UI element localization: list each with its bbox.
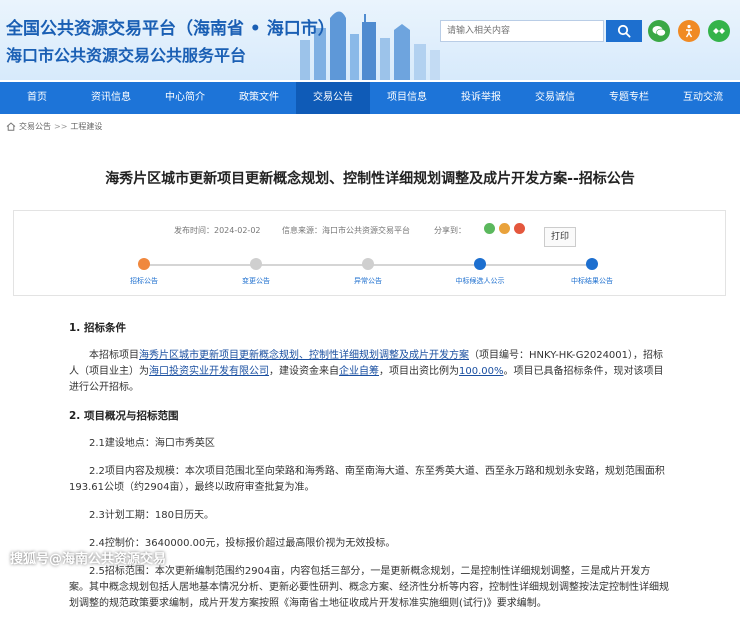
breadcrumb-item[interactable]: 交易公告 (19, 121, 51, 132)
info-source-label: 信息来源： (282, 226, 322, 235)
breadcrumb-item[interactable]: 工程建设 (70, 121, 102, 132)
publish-time-label: 发布时间： (174, 226, 214, 235)
publish-date: 2024-02-02 (214, 226, 261, 235)
paragraph: 2.3计划工期：180日历天。 (89, 510, 214, 521)
step-label: 异常公告 (354, 277, 382, 285)
page-title: 海秀片区城市更新项目更新概念规划、控制性详细规划调整及成片开发方案--招标公告 (105, 171, 635, 187)
info-source: 信息来源：海口市公共资源交易平台 (282, 225, 410, 236)
info-source-value: 海口市公共资源交易平台 (322, 226, 410, 235)
nav-item-credit[interactable]: 交易诚信 (518, 82, 592, 114)
paragraph: 本招标项目海秀片区城市更新项目更新概念规划、控制性详细规划调整及成片开发方案（项… (69, 348, 669, 396)
share-qzone-icon[interactable] (499, 223, 510, 234)
progress-step[interactable]: 中标候选人公示 (440, 257, 520, 286)
site-title-primary: 全国公共资源交易平台（海南省 • 海口市） (6, 19, 335, 39)
project-name-link[interactable]: 海秀片区城市更新项目更新概念规划、控制性详细规划调整及成片开发方案 (139, 350, 469, 361)
wechat-icon[interactable] (648, 20, 670, 42)
breadcrumb: 交易公告 >> 工程建设 (6, 118, 102, 134)
print-button[interactable]: 打印 (544, 227, 576, 247)
text-segment: ，项目出资比例为 (379, 366, 459, 377)
article-meta: 发布时间：2024-02-02 信息来源：海口市公共资源交易平台 分享到： 打印 (14, 221, 725, 247)
accessibility-icon[interactable] (678, 20, 700, 42)
nav-item-about[interactable]: 中心简介 (148, 82, 222, 114)
nav-item-projects[interactable]: 项目信息 (370, 82, 444, 114)
text-segment: ，建设资金来自 (269, 366, 339, 377)
fund-source-link[interactable]: 企业自筹 (339, 366, 379, 377)
step-label: 变更公告 (242, 277, 270, 285)
search-box (440, 20, 642, 42)
funding-ratio-link[interactable]: 100.00% (459, 366, 504, 377)
step-dot (586, 258, 598, 270)
step-label: 中标候选人公示 (455, 277, 505, 285)
section-heading: 2. 项目概况与招标范围 (69, 410, 179, 422)
city-skyline-illustration (300, 11, 440, 80)
owner-link[interactable]: 海口投资实业开发有限公司 (149, 366, 269, 377)
progress-step[interactable]: 招标公告 (104, 257, 184, 286)
share-weibo-icon[interactable] (514, 223, 525, 234)
site-title-secondary: 海口市公共资源交易公共服务平台 (6, 46, 247, 65)
sohu-watermark: 搜狐号@海南公共资源交易 (10, 552, 167, 567)
process-progress: 招标公告 变更公告 异常公告 中标候选人公示 中标结果公告 (14, 257, 725, 293)
search-button[interactable] (606, 20, 642, 42)
step-dot (138, 258, 150, 270)
article-info-box: 发布时间：2024-02-02 信息来源：海口市公共资源交易平台 分享到： 打印… (13, 210, 726, 296)
share-icons (484, 223, 525, 234)
section-heading: 1. 招标条件 (69, 322, 126, 334)
elder-mode-icon[interactable] (708, 20, 730, 42)
progress-step[interactable]: 中标结果公告 (552, 257, 632, 286)
main-nav: 首页 资讯信息 中心简介 政策文件 交易公告 项目信息 投诉举报 交易诚信 专题… (0, 82, 740, 114)
paragraph: 2.1建设地点：海口市秀英区 (89, 438, 215, 449)
breadcrumb-separator: >> (54, 121, 68, 131)
progress-step[interactable]: 变更公告 (216, 257, 296, 286)
progress-step[interactable]: 异常公告 (328, 257, 408, 286)
nav-item-policy[interactable]: 政策文件 (222, 82, 296, 114)
step-dot (250, 258, 262, 270)
step-dot (362, 258, 374, 270)
nav-item-news[interactable]: 资讯信息 (74, 82, 148, 114)
nav-item-interaction[interactable]: 互动交流 (666, 82, 740, 114)
publish-time: 发布时间：2024-02-02 (174, 225, 261, 236)
article-body: 1. 招标条件 本招标项目海秀片区城市更新项目更新概念规划、控制性详细规划调整及… (69, 320, 669, 624)
share-label: 分享到： (434, 226, 466, 235)
step-dot (474, 258, 486, 270)
search-icon (617, 24, 631, 38)
site-header: 全国公共资源交易平台（海南省 • 海口市） 海口市公共资源交易公共服务平台 (0, 0, 740, 80)
nav-item-home[interactable]: 首页 (0, 82, 74, 114)
home-icon (6, 121, 16, 131)
share-wechat-icon[interactable] (484, 223, 495, 234)
search-input[interactable] (440, 20, 604, 42)
nav-item-announcements[interactable]: 交易公告 (296, 82, 370, 114)
text-segment: 本招标项目 (89, 350, 139, 361)
step-label: 中标结果公告 (571, 277, 613, 285)
paragraph: 2.2项目内容及规模：本次项目范围北至向荣路和海秀路、南至南海大道、东至秀英大道… (69, 466, 665, 493)
step-label: 招标公告 (130, 277, 158, 285)
nav-item-complaints[interactable]: 投诉举报 (444, 82, 518, 114)
nav-item-topics[interactable]: 专题专栏 (592, 82, 666, 114)
paragraph: 2.5招标范围：本次更新编制范围约2904亩，内容包括三部分，一是更新概念规划，… (69, 566, 669, 609)
